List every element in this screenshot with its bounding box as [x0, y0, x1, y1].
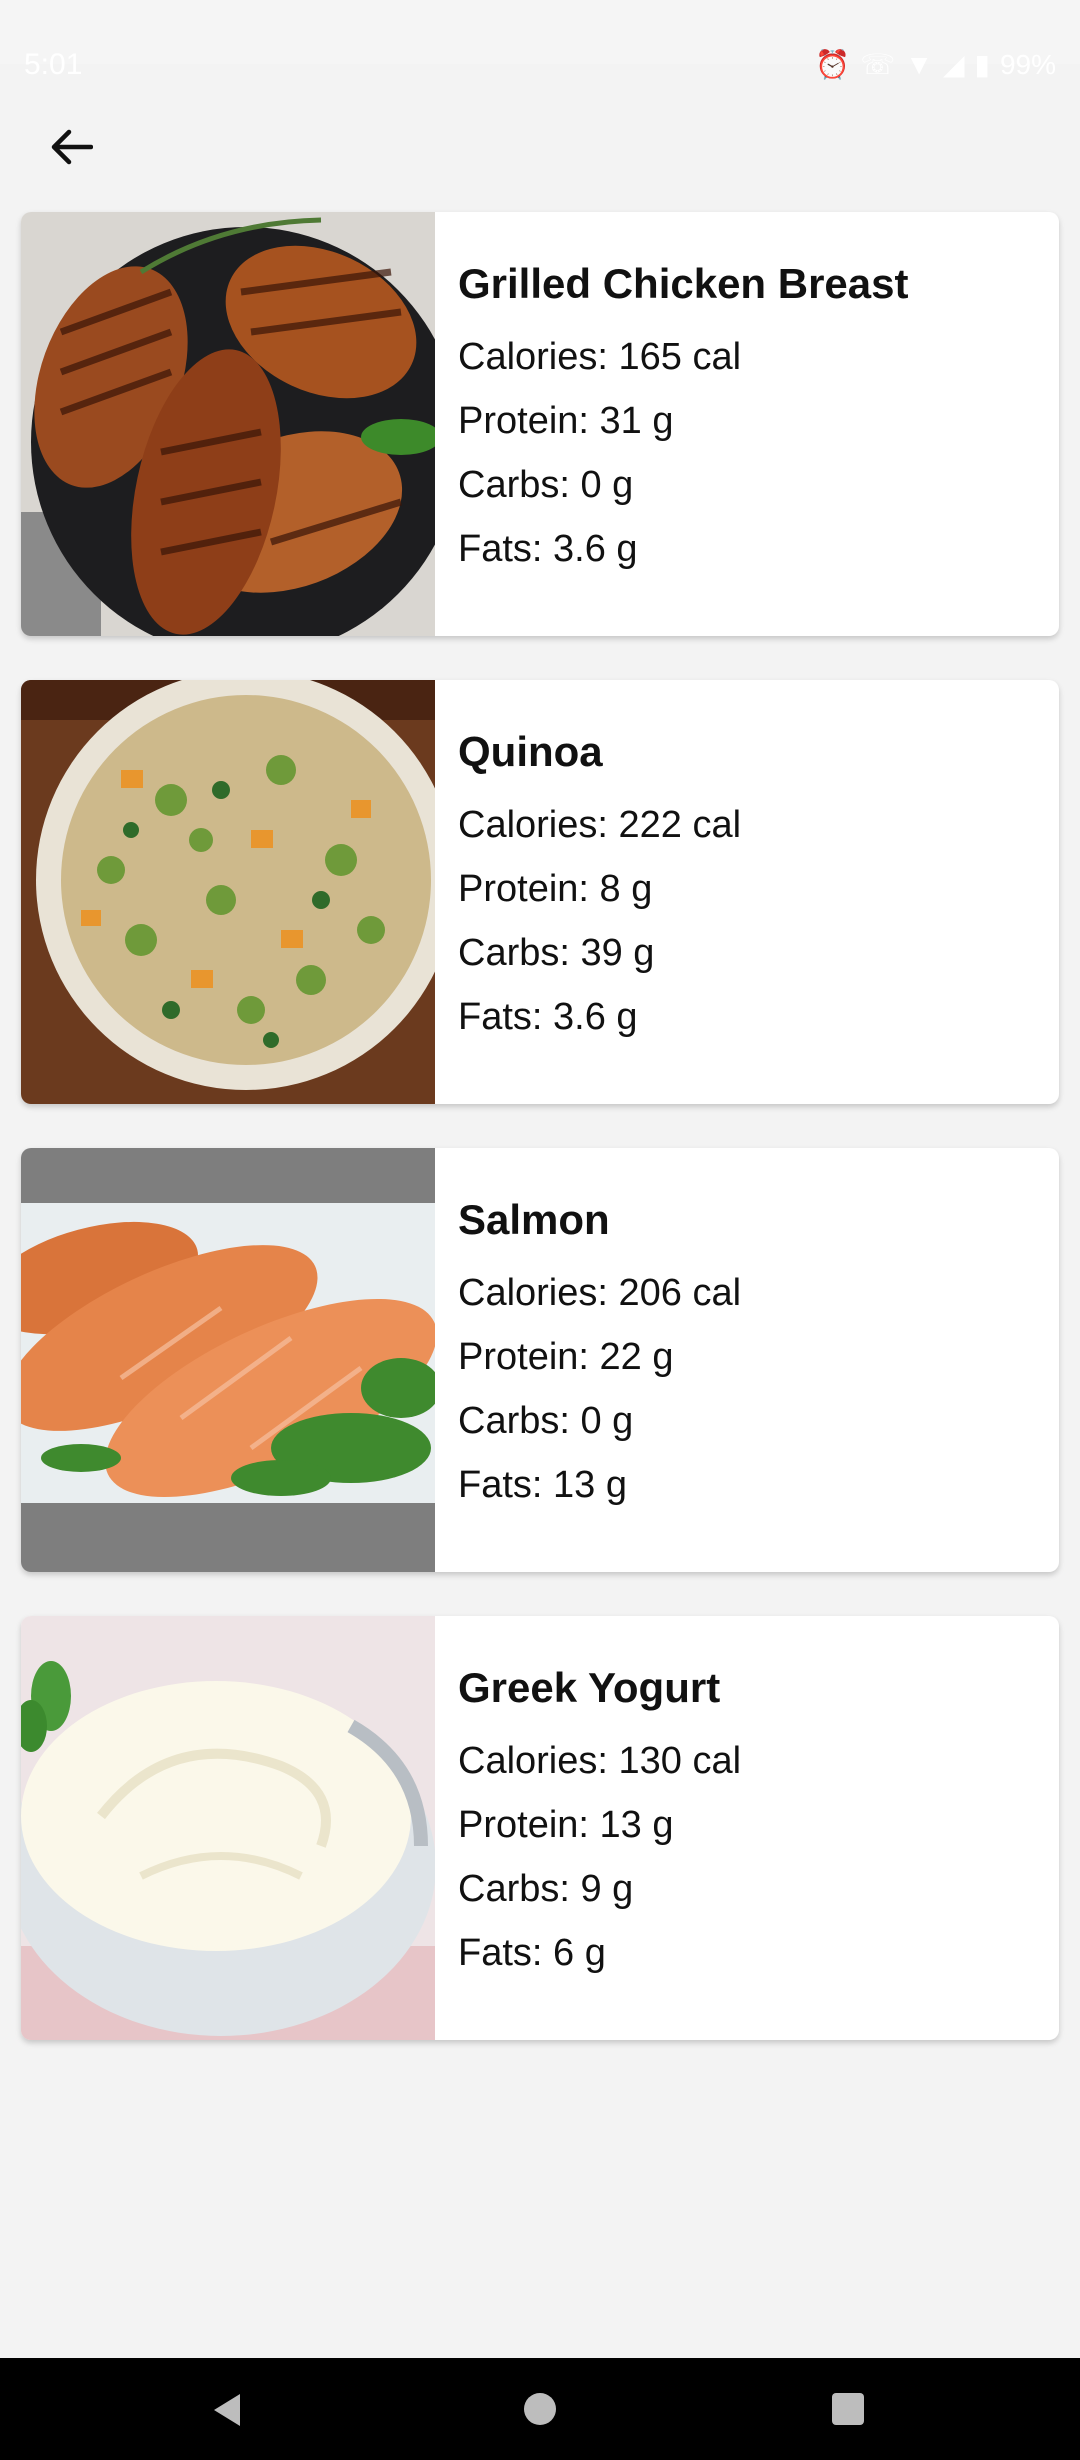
food-card-grilled-chicken[interactable]: Grilled Chicken Breast Calories: 165 cal…	[21, 212, 1059, 636]
status-bar: 5:01 ⏰ ☏ ▼ ◢ ▮ 99%	[0, 0, 1080, 81]
nav-recents-icon[interactable]	[832, 2393, 864, 2425]
food-carbs: Carbs: 9 g	[458, 1868, 634, 1911]
arrow-left-icon	[51, 129, 93, 165]
food-fats: Fats: 6 g	[458, 1932, 606, 1975]
salmon-image	[21, 1148, 435, 1572]
food-protein: Protein: 22 g	[458, 1336, 674, 1379]
food-card-salmon[interactable]: Salmon Calories: 206 cal Protein: 22 g C…	[21, 1148, 1059, 1572]
food-calories: Calories: 206 cal	[458, 1272, 742, 1315]
food-calories: Calories: 165 cal	[458, 336, 742, 379]
quinoa-image	[21, 680, 435, 1104]
food-fats: Fats: 13 g	[458, 1464, 627, 1507]
food-carbs: Carbs: 0 g	[458, 464, 634, 507]
nav-back-icon[interactable]	[210, 2392, 244, 2428]
food-carbs: Carbs: 0 g	[458, 1400, 634, 1443]
food-name: Salmon	[458, 1196, 610, 1243]
greek-yogurt-image	[21, 1616, 435, 2040]
food-fats: Fats: 3.6 g	[458, 528, 638, 571]
food-name: Quinoa	[458, 728, 603, 775]
food-info: Greek Yogurt Calories: 130 cal Protein: …	[458, 1664, 1039, 1998]
food-carbs: Carbs: 39 g	[458, 932, 655, 975]
food-info: Salmon Calories: 206 cal Protein: 22 g C…	[458, 1196, 1039, 1530]
app-bar	[0, 64, 1080, 214]
food-info: Grilled Chicken Breast Calories: 165 cal…	[458, 260, 1039, 594]
nav-home-icon[interactable]	[524, 2393, 556, 2425]
food-protein: Protein: 13 g	[458, 1804, 674, 1847]
food-calories: Calories: 130 cal	[458, 1740, 742, 1783]
system-nav-bar	[0, 2358, 1080, 2460]
grilled-chicken-image	[21, 212, 435, 636]
food-name: Grilled Chicken Breast	[458, 260, 909, 307]
back-button[interactable]	[36, 112, 106, 182]
food-card-quinoa[interactable]: Quinoa Calories: 222 cal Protein: 8 g Ca…	[21, 680, 1059, 1104]
food-fats: Fats: 3.6 g	[458, 996, 638, 1039]
food-name: Greek Yogurt	[458, 1664, 721, 1711]
food-protein: Protein: 8 g	[458, 868, 653, 911]
food-info: Quinoa Calories: 222 cal Protein: 8 g Ca…	[458, 728, 1039, 1062]
food-card-greek-yogurt[interactable]: Greek Yogurt Calories: 130 cal Protein: …	[21, 1616, 1059, 2040]
food-protein: Protein: 31 g	[458, 400, 674, 443]
food-calories: Calories: 222 cal	[458, 804, 742, 847]
